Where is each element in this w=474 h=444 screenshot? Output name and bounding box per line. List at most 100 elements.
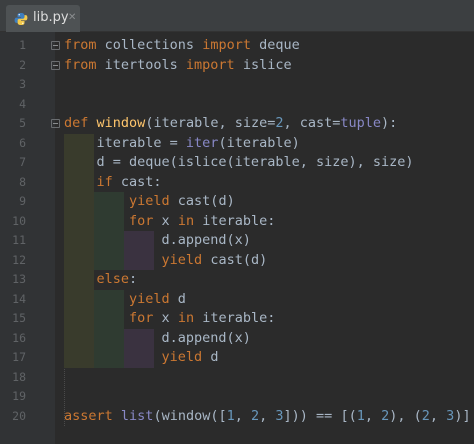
- code-token: 2: [421, 407, 430, 424]
- code-token: 2: [275, 115, 284, 131]
- code-token: if: [96, 173, 113, 190]
- code-token: 1: [226, 407, 235, 424]
- code-token: 1: [356, 407, 365, 424]
- code-token: islice: [234, 56, 292, 73]
- code-token: yield: [161, 349, 203, 365]
- line-number: 11: [12, 233, 26, 247]
- code-line[interactable]: yield cast(d): [64, 192, 235, 212]
- code-line[interactable]: for x in iterable:: [64, 309, 275, 329]
- fold-toggle-icon[interactable]: [51, 41, 60, 50]
- code-line[interactable]: if cast:: [64, 173, 162, 193]
- code-token: d: [202, 349, 219, 365]
- code-line[interactable]: d.append(x): [64, 329, 251, 349]
- code-line[interactable]: for x in iterable:: [64, 212, 275, 232]
- code-token: from: [64, 56, 97, 73]
- code-token: ,: [429, 407, 447, 424]
- line-number: 3: [19, 77, 26, 91]
- tab-filename: lib.py: [33, 10, 69, 25]
- code-token: cast:: [112, 173, 162, 190]
- line-number: 4: [19, 96, 26, 111]
- code-token: x: [153, 212, 178, 229]
- code-token: d = deque(islice(iterable, size), size): [64, 154, 414, 170]
- code-token: ,: [259, 407, 276, 424]
- code-token: ,: [364, 407, 382, 424]
- code-token: x: [153, 310, 178, 326]
- line-number: 15: [12, 311, 26, 325]
- code-token: else: [96, 271, 130, 287]
- code-line[interactable]: d = deque(islice(iterable, size), size): [64, 153, 414, 173]
- fold-toggle-icon[interactable]: [51, 60, 60, 70]
- line-number: 18: [12, 369, 26, 384]
- code-line[interactable]: yield d: [64, 348, 219, 368]
- code-token: def: [64, 115, 89, 131]
- fold-toggle-icon[interactable]: [51, 119, 60, 128]
- code-token: tuple: [340, 115, 382, 131]
- code-token: yield: [129, 193, 170, 209]
- code-line[interactable]: iterable = iter(iterable): [64, 134, 300, 154]
- code-line[interactable]: else:: [64, 270, 138, 290]
- line-number: 13: [12, 272, 26, 286]
- code-token: ), (: [389, 407, 422, 424]
- code-token: yield: [129, 290, 170, 307]
- code-token: import: [185, 56, 235, 73]
- code-editor[interactable]: 1 2 3 4 5 6 7 8 9 10 11 12 13 14 15 16 17 18 19 20 from col…: [0, 32, 474, 444]
- code-line[interactable]: assert list(window([1, 2, 3])) == [(1, 2…: [64, 407, 471, 427]
- code-token: assert: [64, 407, 113, 424]
- code-token: d.append(x): [64, 329, 251, 346]
- editor-tab-bar: lib.py ✕: [0, 0, 474, 32]
- code-token: for: [129, 310, 154, 326]
- line-number: 6: [19, 135, 26, 150]
- code-token: :: [129, 271, 138, 287]
- line-number: 20: [12, 408, 26, 423]
- code-token: collections: [96, 37, 203, 53]
- code-line[interactable]: from collections import deque: [64, 36, 300, 56]
- line-number: 7: [19, 155, 26, 169]
- line-number: 14: [12, 291, 26, 306]
- code-token: itertools: [96, 56, 186, 73]
- code-token: (iterable, size=: [145, 115, 276, 131]
- code-token: d.append(x): [64, 232, 251, 248]
- code-token: 3: [275, 407, 284, 424]
- code-token: iter: [185, 134, 219, 151]
- line-number: 17: [12, 350, 26, 364]
- close-icon[interactable]: ✕: [68, 12, 76, 24]
- code-line[interactable]: yield cast(d): [64, 251, 268, 271]
- code-token: iterable:: [194, 310, 276, 326]
- code-token: )]: [454, 407, 471, 424]
- line-number: 10: [12, 213, 26, 228]
- code-token: , cast=: [283, 115, 341, 131]
- line-number: 1: [19, 38, 26, 52]
- code-token: ):: [381, 115, 398, 131]
- code-line[interactable]: def window(iterable, size=2, cast=tuple)…: [64, 114, 397, 134]
- line-number: 9: [19, 194, 26, 208]
- code-token: d: [169, 290, 186, 307]
- code-line[interactable]: yield d: [64, 290, 186, 310]
- code-token: deque: [250, 37, 300, 53]
- line-number: 19: [12, 389, 26, 403]
- code-token: iterable:: [194, 212, 276, 229]
- code-token: ])) == [(: [283, 407, 357, 424]
- line-number: 2: [19, 57, 26, 72]
- code-token: import: [202, 37, 251, 53]
- tab-lib-py[interactable]: lib.py ✕: [6, 5, 80, 32]
- line-number: 5: [19, 116, 26, 130]
- code-line[interactable]: from itertools import islice: [64, 56, 292, 76]
- code-line[interactable]: d.append(x): [64, 231, 251, 251]
- code-token: iterable =: [64, 134, 186, 151]
- line-number: 16: [12, 330, 26, 345]
- code-token: list: [120, 407, 154, 424]
- line-number: 8: [19, 174, 26, 189]
- python-file-icon: [14, 11, 28, 25]
- code-token: in: [177, 310, 195, 326]
- code-token: (window([: [153, 407, 227, 424]
- line-number: 12: [12, 252, 26, 267]
